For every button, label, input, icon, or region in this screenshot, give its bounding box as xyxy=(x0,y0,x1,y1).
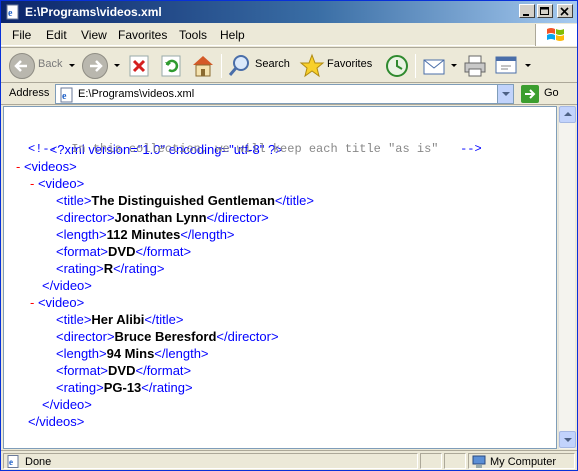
refresh-icon[interactable] xyxy=(160,52,182,80)
standard-toolbar: Back Search Favorites xyxy=(1,47,577,83)
collapse-toggle[interactable]: - xyxy=(30,176,34,191)
browser-window: e E:\Programs\videos.xml File Edit View … xyxy=(0,0,578,471)
stop-icon[interactable] xyxy=(128,52,150,80)
collapse-toggle[interactable]: - xyxy=(16,159,20,174)
ie-page-icon: e xyxy=(6,4,19,20)
status-text: Done xyxy=(25,456,52,468)
svg-text:e: e xyxy=(9,457,13,467)
xml-title-line: <title>Her Alibi</title> xyxy=(56,312,184,327)
toolbar-separator xyxy=(221,54,222,78)
windows-logo xyxy=(535,24,577,46)
favorites-label[interactable]: Favorites xyxy=(327,58,372,70)
status-pane-empty xyxy=(444,453,466,469)
print-icon[interactable] xyxy=(461,52,489,80)
vertical-scrollbar[interactable] xyxy=(558,106,576,449)
forward-button[interactable] xyxy=(82,53,108,79)
windows-flag-icon xyxy=(547,28,564,41)
menu-file[interactable]: File xyxy=(12,28,31,42)
xml-format-line: <format>DVD</format> xyxy=(56,244,192,259)
xml-director-line: <director>Bruce Beresford</director> xyxy=(56,329,279,344)
forward-arrow-icon xyxy=(90,60,103,72)
go-label: Go xyxy=(544,87,559,99)
history-icon[interactable] xyxy=(383,52,411,80)
address-input[interactable]: e E:\Programs\videos.xml xyxy=(55,84,514,104)
maximize-icon xyxy=(540,7,549,15)
menu-view[interactable]: View xyxy=(81,28,107,42)
back-arrow-icon xyxy=(14,60,27,72)
mail-dropdown-icon[interactable] xyxy=(451,64,457,67)
window-title: E:\Programs\videos.xml xyxy=(25,5,162,19)
xml-title-line: <title>The Distinguished Gentleman</titl… xyxy=(56,193,314,208)
maximize-button[interactable] xyxy=(537,4,553,18)
menu-tools[interactable]: Tools xyxy=(179,28,207,42)
minimize-icon xyxy=(523,14,529,16)
address-value: E:\Programs\videos.xml xyxy=(78,88,195,100)
xml-length-line: <length>94 Mins</length> xyxy=(56,346,209,361)
xml-director-line: <director>Jonathan Lynn</director> xyxy=(56,210,269,225)
menu-favorites[interactable]: Favorites xyxy=(118,28,167,42)
scroll-up-button[interactable] xyxy=(559,106,576,123)
xml-video-open[interactable]: - <video> xyxy=(30,175,84,192)
back-dropdown-icon[interactable] xyxy=(69,64,75,67)
toolbar-separator xyxy=(415,54,416,78)
back-button[interactable] xyxy=(9,53,35,79)
xml-rating-line: <rating>R</rating> xyxy=(56,261,165,276)
xml-video-close: </video> xyxy=(42,397,92,412)
scroll-down-button[interactable] xyxy=(559,431,576,448)
xml-comment: <!-- In this collection, we will keep ea… xyxy=(28,142,482,156)
xml-video-open[interactable]: - <video> xyxy=(30,294,84,311)
xml-root-open[interactable]: - <videos> xyxy=(16,158,77,175)
status-pane-empty xyxy=(420,453,442,469)
security-zone-pane[interactable]: My Computer xyxy=(468,453,575,469)
go-button[interactable]: Go xyxy=(519,84,571,104)
search-icon[interactable] xyxy=(227,52,253,80)
edit-dropdown-icon[interactable] xyxy=(525,64,531,67)
close-button[interactable] xyxy=(557,4,573,18)
menu-bar: File Edit View Favorites Tools Help xyxy=(1,24,577,46)
favorites-star-icon[interactable] xyxy=(299,52,325,80)
mail-icon[interactable] xyxy=(421,52,449,80)
status-bar: e Done My Computer xyxy=(1,450,577,470)
close-icon xyxy=(560,7,569,16)
collapse-toggle[interactable]: - xyxy=(30,295,34,310)
xml-document-view[interactable]: <?xml version="1.0" encoding="utf-8" ?> … xyxy=(3,106,557,449)
address-bar: Address e E:\Programs\videos.xml Go xyxy=(1,83,577,105)
search-label[interactable]: Search xyxy=(255,58,290,70)
xml-length-line: <length>112 Minutes</length> xyxy=(56,227,235,242)
menu-help[interactable]: Help xyxy=(220,28,245,42)
svg-text:e: e xyxy=(8,8,13,19)
xml-page-icon: e xyxy=(60,87,73,103)
status-main-pane: e Done xyxy=(3,453,418,469)
security-zone-label: My Computer xyxy=(490,456,557,468)
my-computer-icon xyxy=(472,455,486,468)
xml-format-line: <format>DVD</format> xyxy=(56,363,192,378)
menu-edit[interactable]: Edit xyxy=(46,28,67,42)
address-label: Address xyxy=(9,87,50,99)
edit-icon[interactable] xyxy=(493,52,521,80)
page-done-icon: e xyxy=(7,455,19,468)
xml-rating-line: <rating>PG-13</rating> xyxy=(56,380,193,395)
forward-dropdown-icon[interactable] xyxy=(114,64,120,67)
back-label: Back xyxy=(38,58,63,70)
svg-text:e: e xyxy=(62,91,67,102)
home-icon[interactable] xyxy=(190,52,216,80)
xml-video-close: </video> xyxy=(42,278,92,293)
address-dropdown-button[interactable] xyxy=(497,85,513,103)
minimize-button[interactable] xyxy=(519,4,535,18)
title-bar[interactable]: e E:\Programs\videos.xml xyxy=(1,1,577,23)
xml-root-close: </videos> xyxy=(28,414,85,429)
go-arrow-icon xyxy=(521,85,539,103)
